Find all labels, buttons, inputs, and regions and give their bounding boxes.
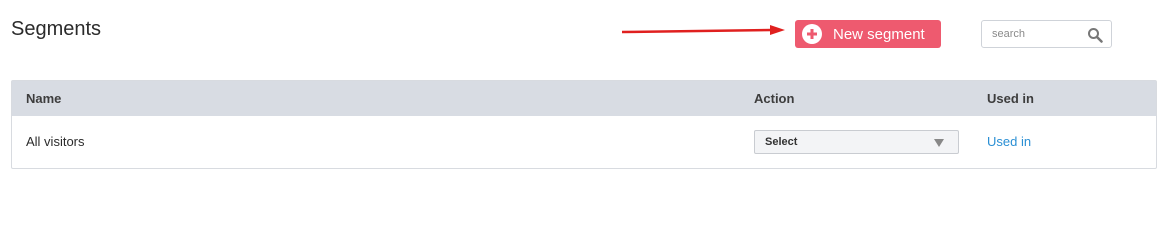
column-header-name: Name — [26, 91, 62, 106]
new-segment-button[interactable]: New segment — [795, 20, 941, 48]
action-select[interactable]: Select — [754, 130, 959, 154]
used-in-link[interactable]: Used in — [987, 134, 1031, 149]
search-box[interactable] — [981, 20, 1112, 48]
search-input[interactable] — [982, 28, 1078, 40]
caret-down-icon — [934, 139, 944, 147]
column-header-action: Action — [754, 91, 795, 106]
page-title: Segments — [11, 18, 102, 40]
action-select-value: Select — [765, 136, 798, 148]
new-segment-label: New segment — [833, 25, 925, 43]
table-header: Name Action Used in — [12, 81, 1156, 116]
segments-table: Name Action Used in All visitors Select … — [11, 80, 1157, 169]
segment-name: All visitors — [26, 134, 85, 149]
table-row: All visitors Select Used in — [12, 116, 1156, 168]
arrow-icon — [622, 25, 785, 35]
column-header-used-in: Used in — [987, 91, 1034, 106]
search-icon[interactable] — [1087, 27, 1103, 43]
plus-circle-icon — [802, 24, 822, 44]
